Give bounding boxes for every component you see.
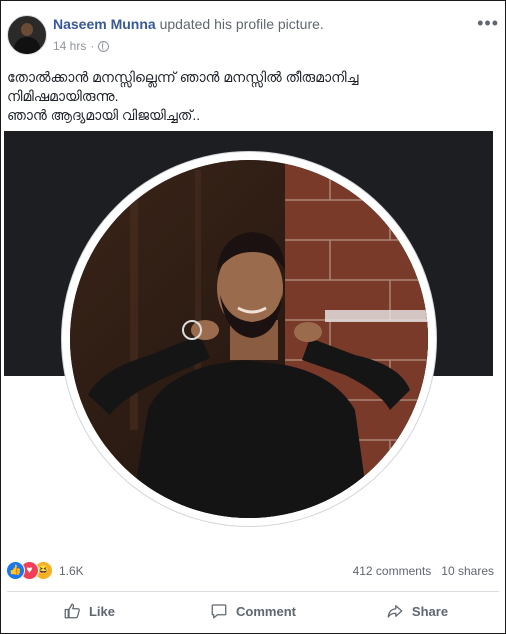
post-meta: 14 hrs · (53, 39, 110, 53)
post-timestamp[interactable]: 14 hrs (53, 39, 86, 53)
comment-icon (211, 604, 227, 619)
author-name-link[interactable]: Naseem Munna (53, 16, 156, 32)
reactions-bar: 👍 ♥ 😆 1.6K 412 comments 10 shares (4, 557, 494, 585)
post-text-line: ഞാൻ ആദ്യമായി വിജയിച്ചത്.. (7, 107, 201, 123)
share-label: Share (411, 603, 449, 619)
reaction-count[interactable]: 1.6K (59, 564, 84, 578)
actions-divider (7, 591, 499, 592)
share-button[interactable]: Share (335, 595, 499, 627)
post-text-line: തോൽക്കാൻ മനസ്സില്ലെന്ന് ഞാൻ മനസ്സിൽ തീരു… (7, 69, 359, 85)
post-text-line: നിമിഷമായിരുന്നു. (7, 88, 119, 104)
post-action-text: updated his profile picture. (159, 16, 324, 32)
profile-picture (70, 160, 428, 518)
reactions-summary[interactable]: 👍 ♥ 😆 1.6K (6, 561, 84, 580)
post-actions: Like Comment Share (7, 595, 499, 627)
post-title-line: Naseem Munna updated his profile picture… (53, 16, 324, 32)
meta-separator: · (90, 39, 95, 53)
post-header: Naseem Munna updated his profile picture… (7, 9, 499, 57)
comments-count-link[interactable]: 412 comments (353, 564, 432, 578)
engagement-stats: 412 comments 10 shares (353, 564, 494, 578)
thumbs-up-icon (64, 603, 80, 619)
post-text: തോൽക്കാൻ മനസ്സില്ലെന്ന് ഞാൻ മനസ്സിൽ തീരു… (7, 68, 487, 125)
profile-picture-photo[interactable] (4, 131, 493, 549)
comment-button[interactable]: Comment (171, 595, 335, 627)
avatar-body (14, 37, 40, 54)
more-options-button[interactable]: ••• (477, 13, 499, 34)
like-label: Like (88, 603, 115, 619)
like-icon: 👍 (6, 561, 25, 580)
globe-icon[interactable] (98, 40, 110, 52)
avatar-head (21, 23, 33, 36)
post-card: Naseem Munna updated his profile picture… (0, 0, 506, 634)
share-icon (387, 605, 403, 618)
avatar[interactable] (7, 15, 47, 55)
comment-label: Comment (236, 603, 296, 619)
profile-picture-image (70, 160, 428, 518)
like-button[interactable]: Like (7, 595, 171, 627)
shares-count-link[interactable]: 10 shares (441, 564, 494, 578)
